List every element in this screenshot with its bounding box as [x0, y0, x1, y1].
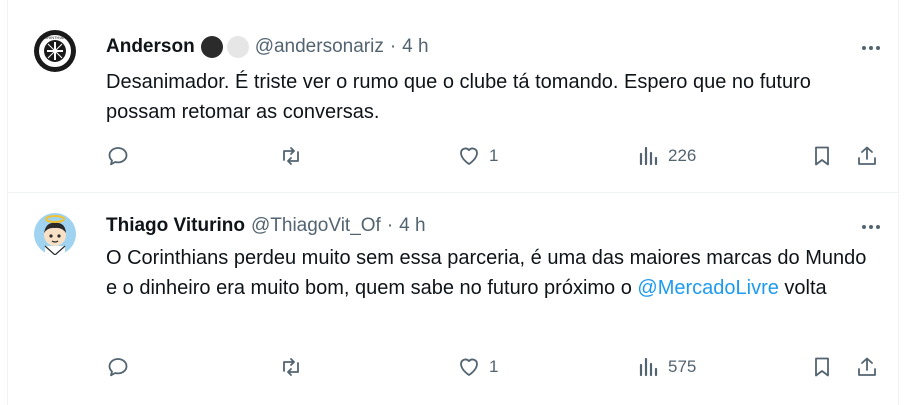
like-button[interactable]: 1 — [457, 352, 498, 382]
like-count: 1 — [489, 146, 499, 165]
tweet-text-tail: volta — [778, 277, 827, 299]
views-icon — [639, 146, 658, 166]
more-icon — [862, 225, 866, 229]
tweet-actions: 1 226 — [8, 141, 898, 171]
user-handle[interactable]: @andersonariz — [255, 36, 384, 58]
display-name[interactable]: Anderson — [106, 36, 195, 58]
reply-button[interactable] — [106, 141, 130, 171]
bookmark-icon — [815, 357, 829, 377]
tweet[interactable]: CORINTHIANS Anderson @andersonariz · 4 h… — [8, 0, 898, 192]
share-icon — [858, 357, 876, 376]
more-button[interactable] — [859, 215, 883, 239]
separator-dot: · — [386, 215, 394, 236]
retweet-button[interactable] — [279, 352, 303, 382]
tweet[interactable]: Thiago Viturino @ThiagoVit_Of · 4 h O Co… — [8, 193, 898, 405]
bookmark-icon — [815, 146, 829, 166]
reply-icon — [108, 147, 128, 166]
tweet-text: Desanimador. É triste ver o rumo que o c… — [106, 71, 811, 123]
share-button[interactable] — [855, 141, 879, 171]
share-button[interactable] — [855, 352, 879, 382]
tweet-text: O Corinthians perdeu muito sem essa parc… — [106, 243, 876, 303]
display-name[interactable]: Thiago Viturino — [106, 215, 245, 237]
timestamp[interactable]: 4 h — [399, 215, 425, 237]
bookmark-button[interactable] — [810, 352, 834, 382]
like-button[interactable]: 1 — [457, 141, 498, 171]
bookmark-button[interactable] — [810, 141, 834, 171]
like-count: 1 — [489, 357, 499, 376]
views-button[interactable]: 226 — [636, 141, 696, 171]
mention-link[interactable]: @MercadoLivre — [637, 277, 778, 299]
tweet-actions: 1 575 — [8, 352, 898, 382]
avatar[interactable]: CORINTHIANS — [34, 30, 76, 72]
separator-dot: · — [389, 36, 397, 57]
light-circle-icon — [226, 36, 249, 58]
view-count: 226 — [668, 146, 697, 165]
timeline-border-right — [898, 0, 899, 405]
avatar[interactable] — [34, 213, 76, 255]
view-count: 575 — [668, 357, 697, 376]
reply-icon — [108, 358, 128, 377]
tweet-header: Thiago Viturino @ThiagoVit_Of · 4 h — [106, 214, 426, 238]
timestamp[interactable]: 4 h — [402, 36, 428, 58]
avatar-logo-text: CORINTHIANS — [41, 35, 69, 40]
more-icon — [862, 46, 866, 50]
views-button[interactable]: 575 — [636, 352, 696, 382]
retweet-icon — [283, 147, 299, 165]
retweet-button[interactable] — [279, 141, 303, 171]
heart-icon — [460, 358, 478, 376]
tweet-header: Anderson @andersonariz · 4 h — [106, 35, 429, 59]
dark-circle-icon — [200, 36, 223, 58]
more-button[interactable] — [859, 36, 883, 60]
views-icon — [639, 357, 658, 377]
share-icon — [858, 146, 876, 165]
retweet-icon — [283, 358, 299, 376]
heart-icon — [460, 147, 478, 165]
reply-button[interactable] — [106, 352, 130, 382]
user-handle[interactable]: @ThiagoVit_Of — [251, 215, 381, 237]
